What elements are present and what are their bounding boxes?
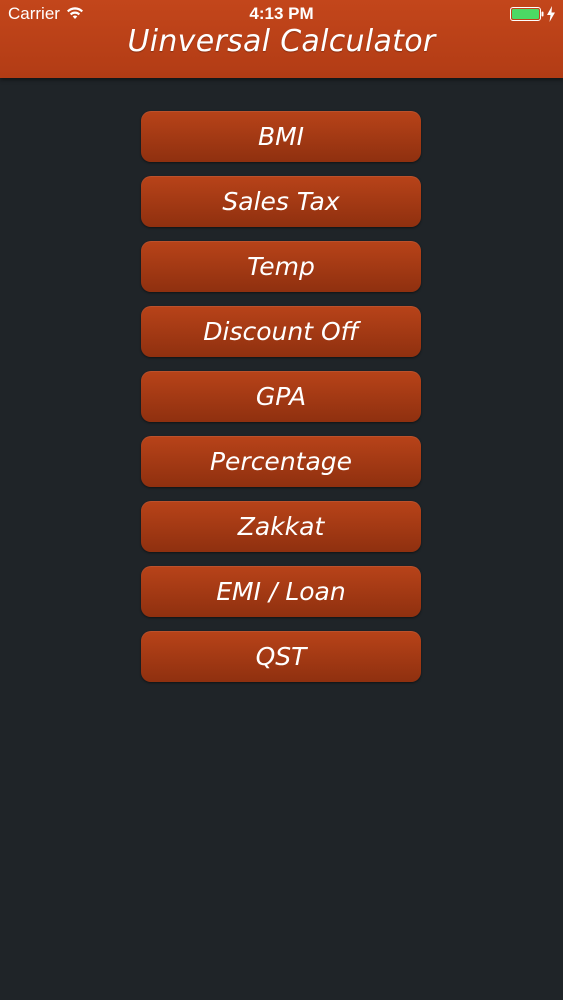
emi-loan-button[interactable]: EMI / Loan	[141, 566, 421, 617]
navigation-bar: Carrier 4:13 PM Uinversal Calculator	[0, 0, 563, 78]
status-time: 4:13 PM	[249, 4, 314, 23]
sales-tax-button[interactable]: Sales Tax	[141, 176, 421, 227]
app-title: Uinversal Calculator	[127, 24, 436, 59]
battery-icon	[510, 7, 544, 21]
qst-button[interactable]: QST	[141, 631, 421, 682]
percentage-button[interactable]: Percentage	[141, 436, 421, 487]
temp-button[interactable]: Temp	[141, 241, 421, 292]
zakkat-button[interactable]: Zakkat	[141, 501, 421, 552]
bmi-button[interactable]: BMI	[141, 111, 421, 162]
charging-bolt-icon	[547, 6, 555, 22]
calculator-menu: BMI Sales Tax Temp Discount Off GPA Perc…	[141, 111, 421, 696]
gpa-button[interactable]: GPA	[141, 371, 421, 422]
discount-off-button[interactable]: Discount Off	[141, 306, 421, 357]
